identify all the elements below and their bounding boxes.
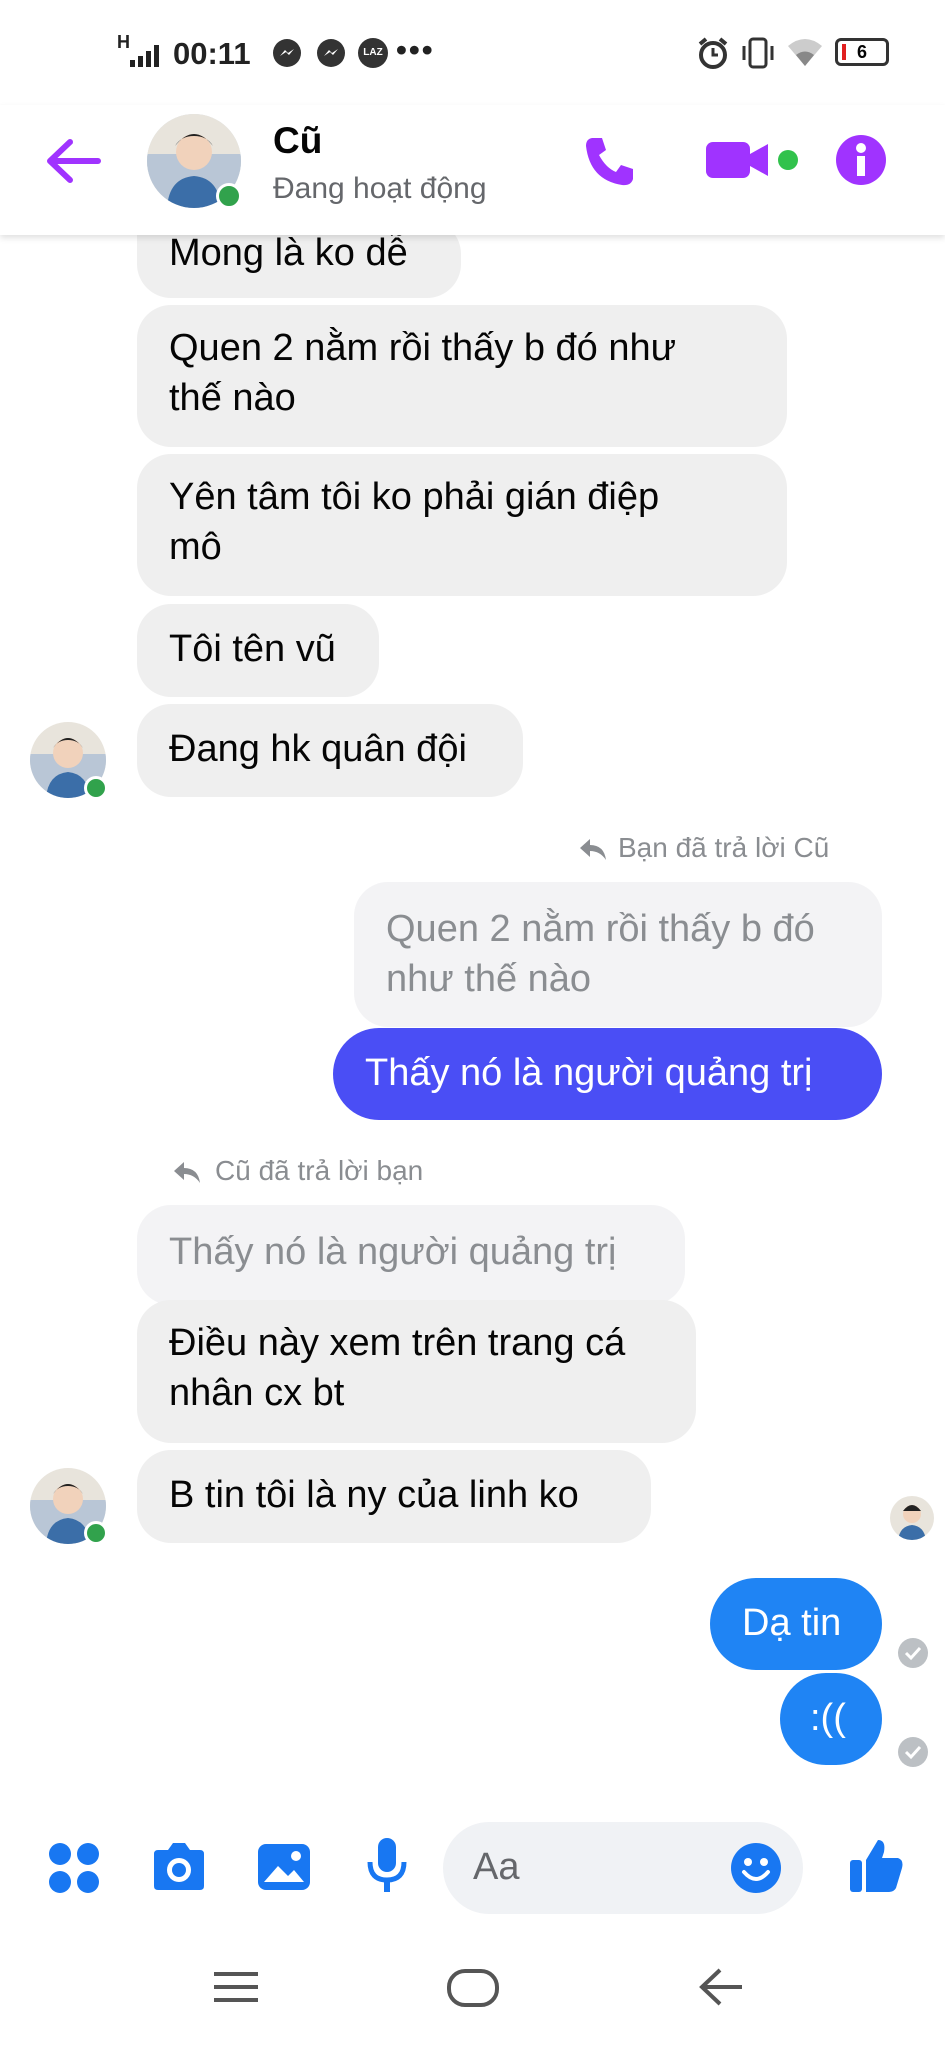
message-text: Điều này xem trên trang cá [169,1322,626,1364]
reply-note: Cũ đã trả lời bạn [215,1155,424,1186]
status-bar: H 00:11 LAZ ••• 6 [0,0,945,105]
message-text: thế nào [169,377,296,419]
contact-name: Cũ [273,120,323,161]
reply-note: Bạn đã trả lời Cũ [618,832,830,863]
apps-icon[interactable] [48,1842,100,1894]
message-bubble[interactable]: :(( [780,1673,882,1765]
message-text: Đang hk quân đội [169,728,467,770]
wifi-icon [788,39,822,66]
messenger-icon [273,39,301,67]
vibrate-icon [742,37,774,69]
reply-icon [580,839,606,860]
chat-header [0,105,945,235]
message-input-placeholder: Aa [473,1846,520,1888]
battery-level: 6 [856,42,867,62]
message-bubble[interactable]: Tôi tên vũ [137,604,379,697]
signal-icon [130,45,159,67]
quoted-message[interactable]: Quen 2 nằm rồi thấy b đó như thế nào [354,882,882,1027]
message-bubble[interactable]: B tin tôi là ny của linh ko [137,1450,651,1543]
battery-icon: 6 [835,38,889,66]
info-icon[interactable] [835,134,887,186]
image-icon[interactable] [256,1842,312,1892]
active-status: Đang hoạt động [273,172,487,205]
message-bubble[interactable]: Điều này xem trên trang cá nhân cx bt [137,1300,696,1443]
message-text: nhân cx bt [169,1372,345,1414]
message-text: Thấy nó là người quảng trị [365,1052,813,1094]
message-bubble[interactable]: Dạ tin [710,1578,882,1670]
message-text: :(( [810,1697,846,1739]
online-indicator [216,183,242,209]
message-bubble[interactable]: Quen 2 nằm rồi thấy b đó như thế nào [137,305,787,447]
quoted-text: Thấy nó là người quảng trị [169,1231,617,1273]
message-bubble[interactable]: Thấy nó là người quảng trị [333,1028,882,1120]
quoted-message[interactable]: Thấy nó là người quảng trị [137,1205,685,1305]
phone-icon[interactable] [582,134,636,188]
microphone-icon[interactable] [364,1836,410,1898]
thumbs-up-icon[interactable] [848,1836,904,1894]
clock: 00:11 [173,36,251,71]
more-notifications: ••• [396,32,435,67]
home-icon[interactable] [446,1968,500,2008]
lazada-icon: LAZ [358,38,388,68]
online-indicator [84,776,108,800]
message-text: Dạ tin [742,1602,842,1644]
message-text: Tôi tên vũ [169,628,336,670]
nav-back-icon[interactable] [698,1966,746,2008]
emoji-icon[interactable] [730,1842,782,1894]
seen-avatar [890,1496,934,1540]
message-bubble[interactable]: Yên tâm tôi ko phải gián điệp mô [137,454,787,596]
message-bubble[interactable]: Đang hk quân đội [137,704,523,797]
camera-icon[interactable] [150,1840,208,1892]
back-arrow-icon[interactable] [44,136,102,186]
messenger-icon [317,39,345,67]
quoted-text: Quen 2 nằm rồi thấy b đó [386,908,815,950]
online-indicator [84,1521,108,1545]
seen-check-icon [898,1737,928,1767]
quoted-text: như thế nào [386,958,592,1000]
message-text: Quen 2 nằm rồi thấy b đó như [169,327,677,369]
video-icon[interactable] [704,138,800,182]
seen-check-icon [898,1638,928,1668]
message-text: Yên tâm tôi ko phải gián điệp [169,476,660,518]
reply-icon [174,1162,200,1183]
alarm-icon [698,37,728,69]
message-text: mô [169,526,222,568]
message-text: B tin tôi là ny của linh ko [169,1474,579,1516]
message-text: Mong là ko dễ [169,232,408,274]
menu-icon[interactable] [212,1970,260,2004]
